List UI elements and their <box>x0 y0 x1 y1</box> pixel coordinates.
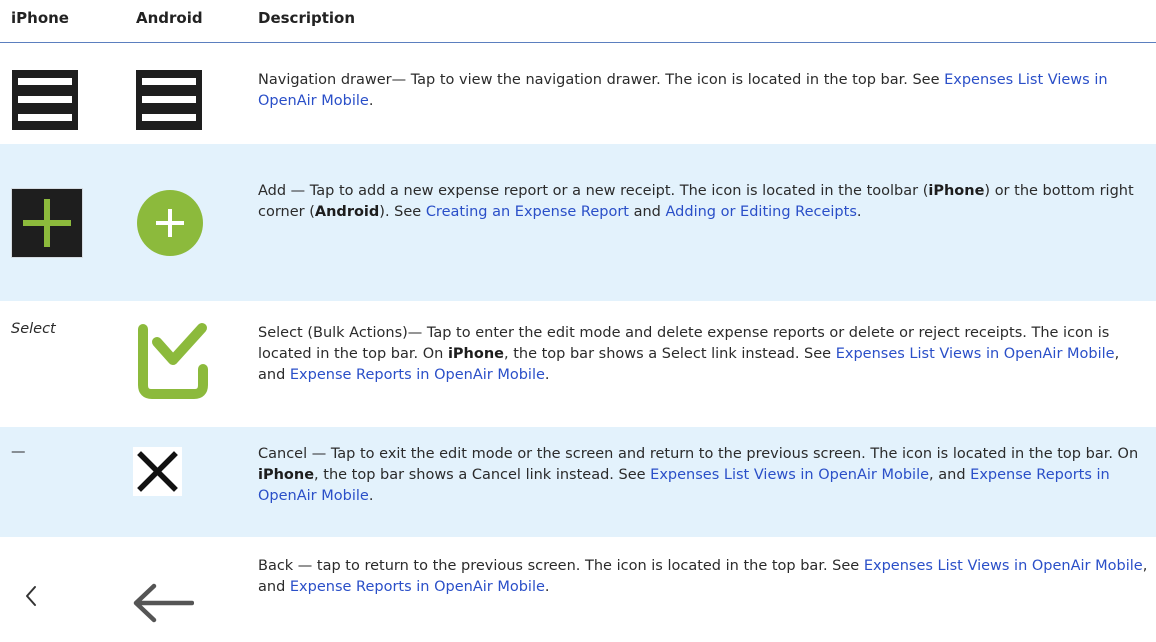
link-expenses-list-views[interactable]: Expenses List Views in OpenAir Mobile <box>864 558 1143 574</box>
table-row-navigation-drawer: Navigation drawer— Tap to view the navig… <box>0 43 1156 144</box>
link-creating-expense-report[interactable]: Creating an Expense Report <box>426 204 629 220</box>
table-row-add: Add — Tap to add a new expense report or… <box>0 144 1156 301</box>
link-expenses-list-views[interactable]: Expenses List Views in OpenAir Mobile <box>650 467 929 483</box>
link-expense-reports[interactable]: Expense Reports in OpenAir Mobile <box>290 579 545 595</box>
chevron-left-icon <box>26 586 36 606</box>
link-expenses-list-views[interactable]: Expenses List Views in OpenAir Mobile <box>836 346 1115 362</box>
hamburger-icon <box>12 70 78 130</box>
plus-circle-icon <box>137 190 203 256</box>
iphone-select-text: Select <box>11 321 56 337</box>
header-iphone: iPhone <box>11 9 69 27</box>
table-row-cancel: — Cancel — Tap to exit the edit mode or … <box>0 427 1156 537</box>
link-expense-reports[interactable]: Expense Reports in OpenAir Mobile <box>290 367 545 383</box>
row-description: Back — tap to return to the previous scr… <box>258 558 1148 595</box>
row-description: Cancel — Tap to exit the edit mode or th… <box>258 446 1139 504</box>
link-adding-editing-receipts[interactable]: Adding or Editing Receipts <box>666 204 857 220</box>
select-check-icon <box>138 323 208 399</box>
header-android: Android <box>136 9 203 27</box>
arrow-left-icon <box>133 583 194 623</box>
table-header: iPhone Android Description <box>0 0 1156 43</box>
table-row-select: Select Select (Bulk Actions)— Tap to ent… <box>0 301 1156 427</box>
hamburger-icon <box>136 70 202 130</box>
row-description: Select (Bulk Actions)— Tap to enter the … <box>258 325 1120 383</box>
icon-reference-table: iPhone Android Description Navigation dr… <box>0 0 1156 642</box>
close-icon <box>133 447 182 496</box>
header-description: Description <box>258 9 356 27</box>
row-description: Navigation drawer— Tap to view the navig… <box>258 72 1108 109</box>
iphone-cancel-dash: — <box>11 444 26 460</box>
plus-square-icon <box>11 188 83 258</box>
table-row-back: Back — tap to return to the previous scr… <box>0 537 1156 642</box>
row-description: Add — Tap to add a new expense report or… <box>258 183 1134 220</box>
